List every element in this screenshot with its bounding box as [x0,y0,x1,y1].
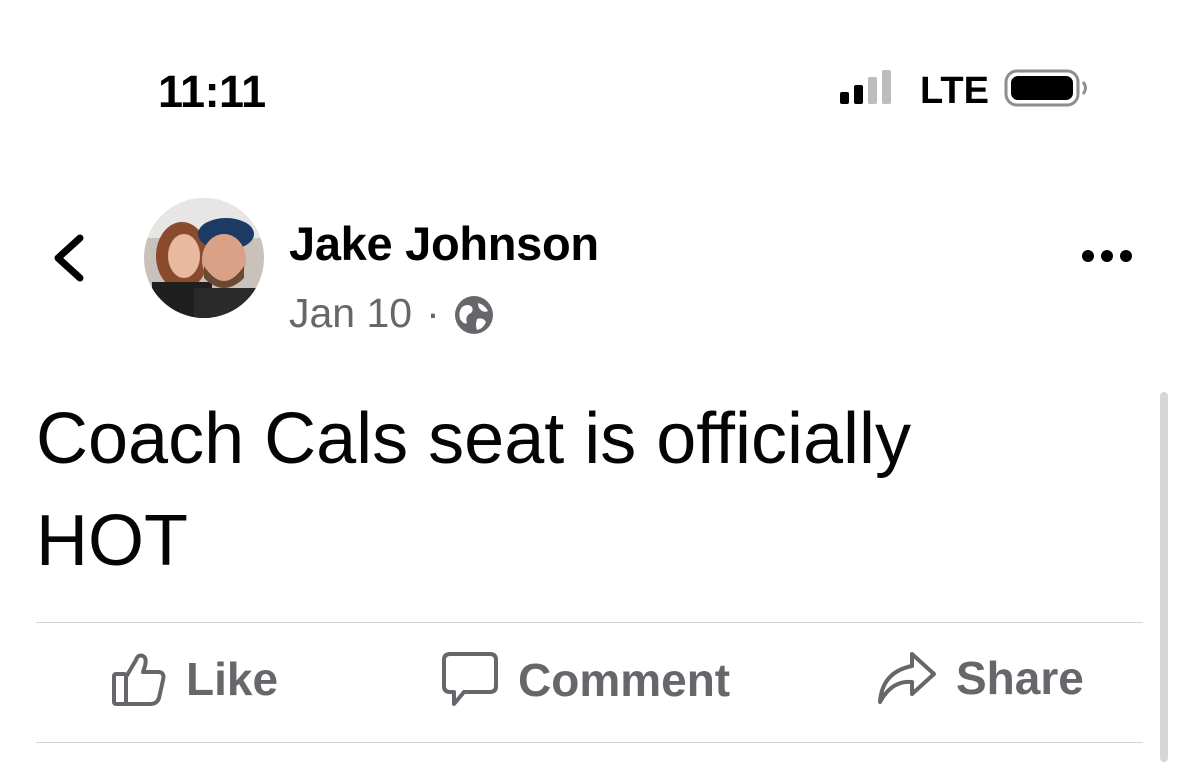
divider-bottom [36,742,1143,743]
network-type: LTE [920,70,989,112]
globe-icon [454,295,493,334]
share-arrow-icon [878,652,936,704]
battery-icon [1004,69,1087,107]
share-label: Share [956,652,1084,704]
signal-bars-icon [840,70,891,104]
scrollbar[interactable] [1160,392,1168,762]
meta-separator: · [426,290,440,336]
comment-button[interactable]: Comment [440,650,730,710]
post-text: Coach Cals seat is officially HOT [36,399,912,581]
share-button[interactable]: Share [876,650,1084,706]
avatar-photo [144,198,264,318]
back-chevron-icon[interactable] [50,232,90,284]
more-options-icon[interactable] [1080,236,1134,276]
comment-label: Comment [518,654,731,706]
comment-bubble-icon [442,652,498,706]
post-meta: Jan 10 · [289,290,494,337]
like-button[interactable]: Like [110,650,278,708]
post-date[interactable]: Jan 10 [289,290,412,337]
like-label: Like [186,653,279,705]
author-name[interactable]: Jake Johnson [289,216,599,271]
avatar[interactable] [144,198,264,318]
divider-top [36,622,1143,623]
thumbs-up-icon [112,653,166,706]
status-time: 11:11 [158,66,266,117]
